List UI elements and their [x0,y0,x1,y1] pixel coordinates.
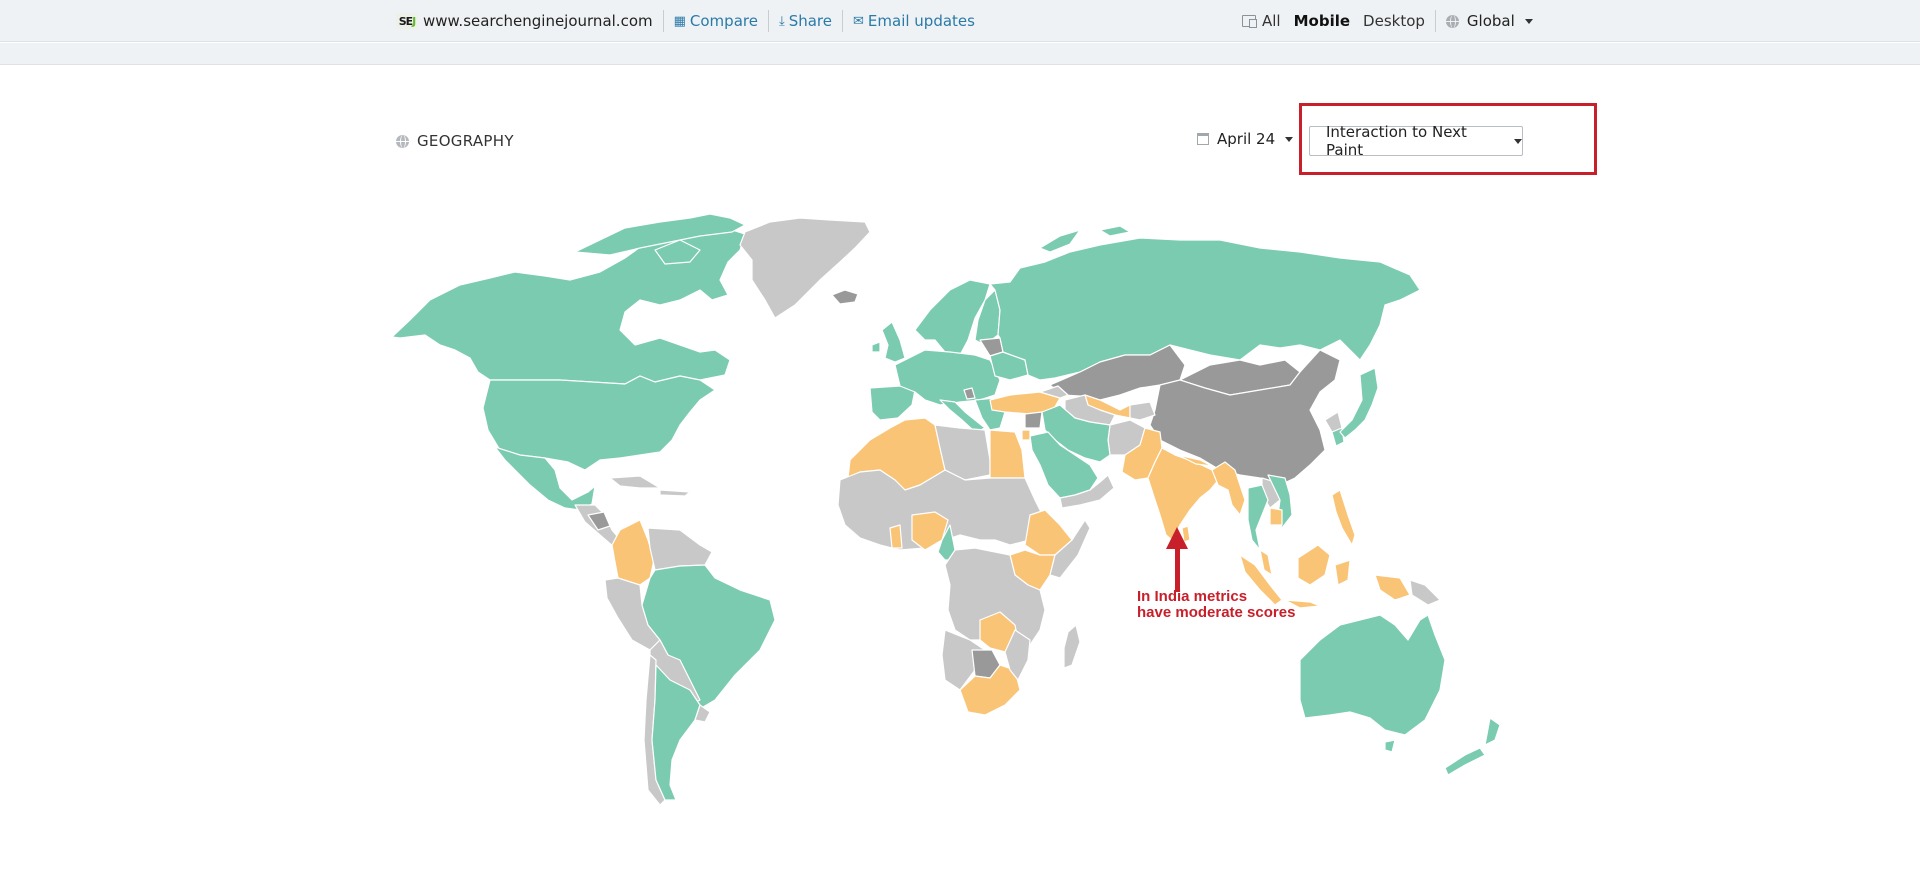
region-uk[interactable] [871,321,906,363]
region-iceland[interactable] [831,289,859,305]
annotation-text: In India metrics have moderate scores [1137,589,1295,621]
region-papua-new-guinea[interactable] [1409,579,1441,606]
region-indonesia-east[interactable] [1334,559,1411,601]
region-egypt[interactable] [989,429,1026,479]
region-tasmania[interactable] [1384,739,1396,753]
region-ghana[interactable] [889,524,903,549]
region-new-zealand[interactable] [1444,717,1501,776]
region-syria[interactable] [1024,411,1043,429]
region-thailand[interactable] [1247,484,1269,551]
region-caribbean [609,475,691,497]
region-venezuela-guianas[interactable] [647,527,713,571]
south-america [604,519,776,806]
region-japan[interactable] [1339,367,1379,439]
region-malaysia[interactable] [1259,549,1273,576]
region-philippines[interactable] [1331,489,1356,546]
annotation-line-1: In India metrics [1137,588,1248,605]
region-jordan[interactable] [1021,429,1031,441]
annotation-arrow-shaft [1175,545,1180,592]
world-map [391,213,1501,806]
north-america [391,213,746,511]
annotation-line-2: have moderate scores [1137,604,1296,621]
region-indonesia-borneo[interactable] [1297,544,1331,586]
region-russia[interactable] [989,237,1421,381]
region-iberia[interactable] [869,385,916,421]
region-madagascar[interactable] [1063,624,1081,669]
region-australia[interactable] [1299,614,1446,736]
region-cambodia[interactable] [1269,507,1283,526]
